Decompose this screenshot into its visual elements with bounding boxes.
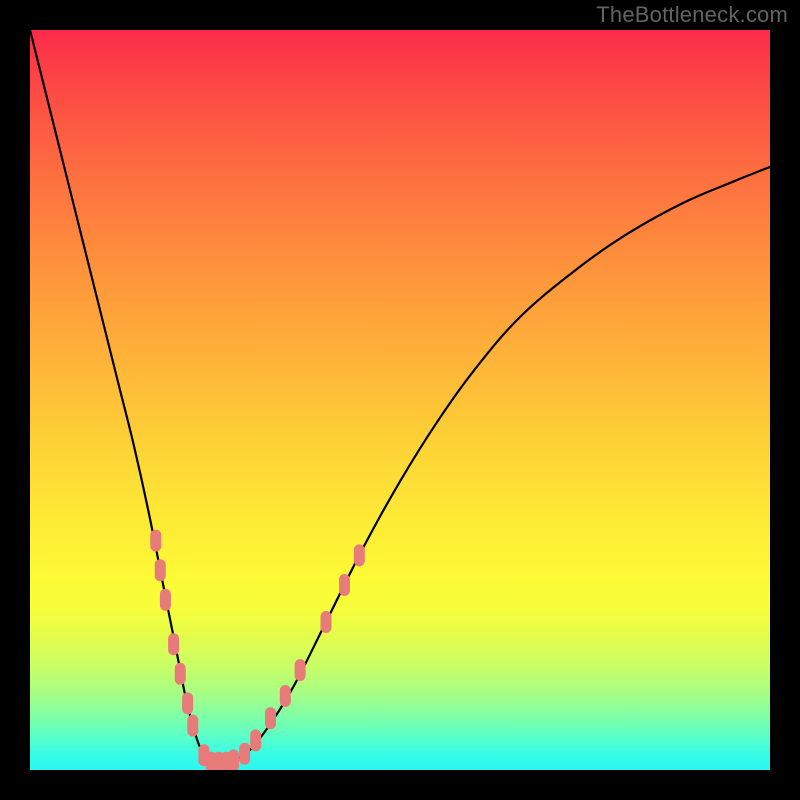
curve-marker (150, 530, 161, 552)
curve-marker (280, 685, 291, 707)
plot-area (30, 30, 770, 770)
curve-marker (182, 692, 193, 714)
curve-marker (187, 715, 198, 737)
curve-marker (339, 574, 350, 596)
curve-marker (265, 707, 276, 729)
curve-marker (295, 659, 306, 681)
curve-marker (354, 544, 365, 566)
curve-marker (228, 749, 239, 770)
curve-layer (30, 30, 770, 770)
watermark-text: TheBottleneck.com (596, 2, 788, 28)
curve-marker (160, 589, 171, 611)
chart-frame: TheBottleneck.com (0, 0, 800, 800)
curve-marker (168, 633, 179, 655)
curve-marker (155, 559, 166, 581)
marker-group (150, 530, 364, 770)
curve-marker (250, 729, 261, 751)
curve-marker (175, 663, 186, 685)
bottleneck-curve (30, 30, 770, 763)
curve-marker (239, 743, 250, 765)
curve-marker (321, 611, 332, 633)
